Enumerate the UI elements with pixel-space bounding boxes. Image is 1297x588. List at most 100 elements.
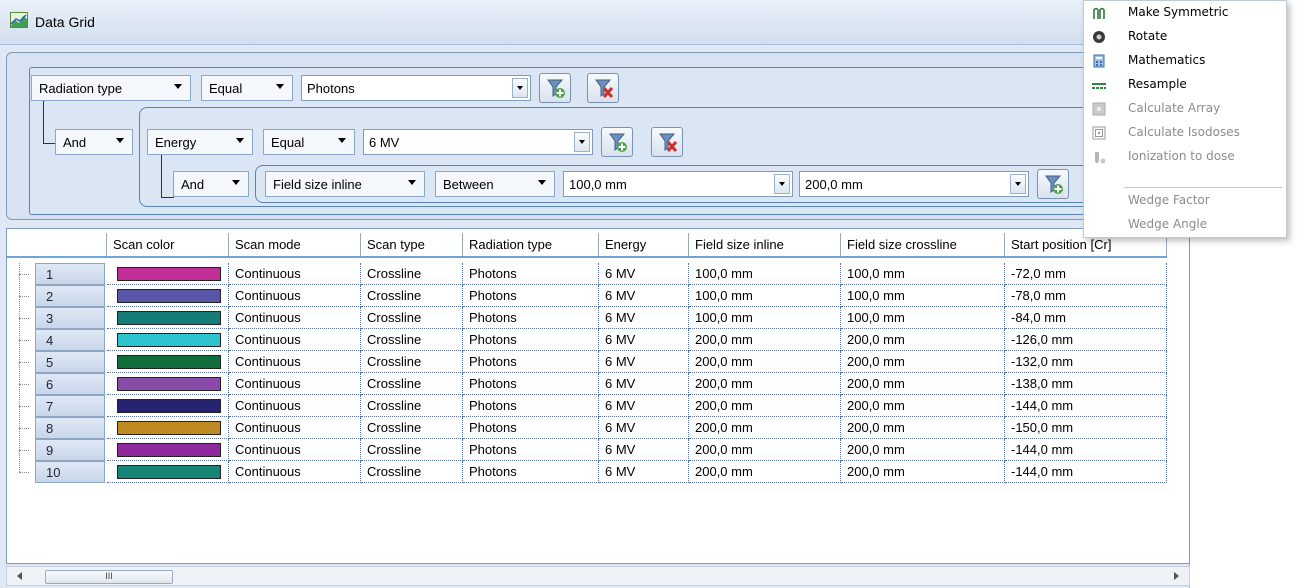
column-header-radiation-type[interactable]: Radiation type <box>463 233 599 257</box>
filter-value-radiation-type[interactable]: Photons <box>301 75 531 101</box>
filter-field-size-inline[interactable]: Field size inline <box>265 171 425 197</box>
filter-operator-equal[interactable]: Equal <box>201 75 293 101</box>
cell-energy[interactable]: 6 MV <box>599 439 689 461</box>
cell-energy[interactable]: 6 MV <box>599 263 689 285</box>
cell-field-size-crossline[interactable]: 200,0 mm <box>841 417 1005 439</box>
cell-field-size-inline[interactable]: 100,0 mm <box>689 307 841 329</box>
remove-filter-button[interactable] <box>587 73 619 103</box>
cell-scan-color[interactable] <box>107 329 229 351</box>
cell-radiation-type[interactable]: Photons <box>463 461 599 483</box>
dropdown-arrow-icon[interactable] <box>1010 174 1026 194</box>
row-header[interactable]: 6 <box>35 373 105 395</box>
scroll-right-icon[interactable] <box>1171 571 1181 581</box>
column-header-scan-type[interactable]: Scan type <box>361 233 463 257</box>
column-header-scan-color[interactable]: Scan color <box>107 233 229 257</box>
row-header[interactable]: 5 <box>35 351 105 373</box>
cell-start-position[interactable]: -138,0 mm <box>1005 373 1167 395</box>
cell-field-size-inline[interactable]: 200,0 mm <box>689 351 841 373</box>
cell-scan-color[interactable] <box>107 373 229 395</box>
cell-energy[interactable]: 6 MV <box>599 461 689 483</box>
cell-field-size-crossline[interactable]: 200,0 mm <box>841 395 1005 417</box>
cell-scan-type[interactable]: Crossline <box>361 417 463 439</box>
filter-field-radiation-type[interactable]: Radiation type <box>31 75 191 101</box>
cell-field-size-crossline[interactable]: 100,0 mm <box>841 263 1005 285</box>
cell-energy[interactable]: 6 MV <box>599 307 689 329</box>
column-header-field-size-inline[interactable]: Field size inline <box>689 233 841 257</box>
cell-energy[interactable]: 6 MV <box>599 351 689 373</box>
cell-radiation-type[interactable]: Photons <box>463 395 599 417</box>
cell-radiation-type[interactable]: Photons <box>463 307 599 329</box>
cell-radiation-type[interactable]: Photons <box>463 329 599 351</box>
filter-operator-between[interactable]: Between <box>435 171 555 197</box>
cell-radiation-type[interactable]: Photons <box>463 351 599 373</box>
cell-field-size-crossline[interactable]: 200,0 mm <box>841 439 1005 461</box>
cell-scan-type[interactable]: Crossline <box>361 439 463 461</box>
cell-field-size-crossline[interactable]: 100,0 mm <box>841 285 1005 307</box>
cell-energy[interactable]: 6 MV <box>599 285 689 307</box>
cell-field-size-crossline[interactable]: 200,0 mm <box>841 461 1005 483</box>
scrollbar-thumb[interactable]: III <box>45 570 173 584</box>
menu-item-calculate-isodoses[interactable]: Calculate Isodoses <box>1084 121 1286 145</box>
filter-operator-equal[interactable]: Equal <box>263 129 355 155</box>
data-grid[interactable]: Scan color Scan mode Scan type Radiation… <box>6 228 1190 564</box>
cell-radiation-type[interactable]: Photons <box>463 439 599 461</box>
cell-start-position[interactable]: -144,0 mm <box>1005 395 1167 417</box>
cell-scan-mode[interactable]: Continuous <box>229 329 361 351</box>
menu-item-wedge-angle[interactable]: Wedge Angle <box>1084 213 1286 237</box>
cell-start-position[interactable]: -132,0 mm <box>1005 351 1167 373</box>
menu-item-ionization-to-dose[interactable]: Ionization to dose <box>1084 145 1286 169</box>
cell-start-position[interactable]: -150,0 mm <box>1005 417 1167 439</box>
cell-field-size-inline[interactable]: 100,0 mm <box>689 263 841 285</box>
row-header[interactable]: 10 <box>35 461 105 483</box>
cell-scan-type[interactable]: Crossline <box>361 285 463 307</box>
cell-scan-type[interactable]: Crossline <box>361 373 463 395</box>
cell-start-position[interactable]: -78,0 mm <box>1005 285 1167 307</box>
cell-scan-type[interactable]: Crossline <box>361 351 463 373</box>
cell-scan-mode[interactable]: Continuous <box>229 439 361 461</box>
cell-radiation-type[interactable]: Photons <box>463 285 599 307</box>
cell-scan-color[interactable] <box>107 307 229 329</box>
cell-scan-mode[interactable]: Continuous <box>229 351 361 373</box>
filter-logic-and[interactable]: And <box>173 171 249 197</box>
cell-field-size-inline[interactable]: 200,0 mm <box>689 395 841 417</box>
cell-energy[interactable]: 6 MV <box>599 329 689 351</box>
cell-scan-color[interactable] <box>107 351 229 373</box>
menu-item-calculate-array[interactable]: Calculate Array <box>1084 97 1286 121</box>
column-header-scan-mode[interactable]: Scan mode <box>229 233 361 257</box>
column-header-field-size-crossline[interactable]: Field size crossline <box>841 233 1005 257</box>
row-header[interactable]: 9 <box>35 439 105 461</box>
cell-radiation-type[interactable]: Photons <box>463 373 599 395</box>
cell-scan-type[interactable]: Crossline <box>361 329 463 351</box>
cell-radiation-type[interactable]: Photons <box>463 417 599 439</box>
cell-scan-type[interactable]: Crossline <box>361 461 463 483</box>
cell-field-size-inline[interactable]: 200,0 mm <box>689 373 841 395</box>
cell-energy[interactable]: 6 MV <box>599 395 689 417</box>
column-header-energy[interactable]: Energy <box>599 233 689 257</box>
menu-item-mathematics[interactable]: Mathematics <box>1084 49 1286 73</box>
add-filter-button[interactable] <box>1037 169 1069 199</box>
scroll-left-icon[interactable] <box>15 571 25 581</box>
add-filter-button[interactable] <box>539 73 571 103</box>
cell-scan-type[interactable]: Crossline <box>361 307 463 329</box>
cell-field-size-crossline[interactable]: 200,0 mm <box>841 351 1005 373</box>
cell-start-position[interactable]: -144,0 mm <box>1005 439 1167 461</box>
filter-field-energy[interactable]: Energy <box>147 129 253 155</box>
cell-field-size-crossline[interactable]: 200,0 mm <box>841 373 1005 395</box>
cell-start-position[interactable]: -126,0 mm <box>1005 329 1167 351</box>
cell-field-size-inline[interactable]: 200,0 mm <box>689 417 841 439</box>
cell-field-size-inline[interactable]: 100,0 mm <box>689 285 841 307</box>
row-header[interactable]: 2 <box>35 285 105 307</box>
cell-scan-type[interactable]: Crossline <box>361 395 463 417</box>
cell-radiation-type[interactable]: Photons <box>463 263 599 285</box>
cell-scan-mode[interactable]: Continuous <box>229 373 361 395</box>
dropdown-arrow-icon[interactable] <box>512 78 528 98</box>
filter-value-energy[interactable]: 6 MV <box>363 129 593 155</box>
cell-start-position[interactable]: -84,0 mm <box>1005 307 1167 329</box>
add-filter-button[interactable] <box>601 127 633 157</box>
filter-value-to[interactable]: 200,0 mm <box>799 171 1029 197</box>
row-header[interactable]: 3 <box>35 307 105 329</box>
cell-scan-color[interactable] <box>107 285 229 307</box>
row-header[interactable]: 1 <box>35 263 105 285</box>
cell-scan-mode[interactable]: Continuous <box>229 285 361 307</box>
cell-scan-type[interactable]: Crossline <box>361 263 463 285</box>
